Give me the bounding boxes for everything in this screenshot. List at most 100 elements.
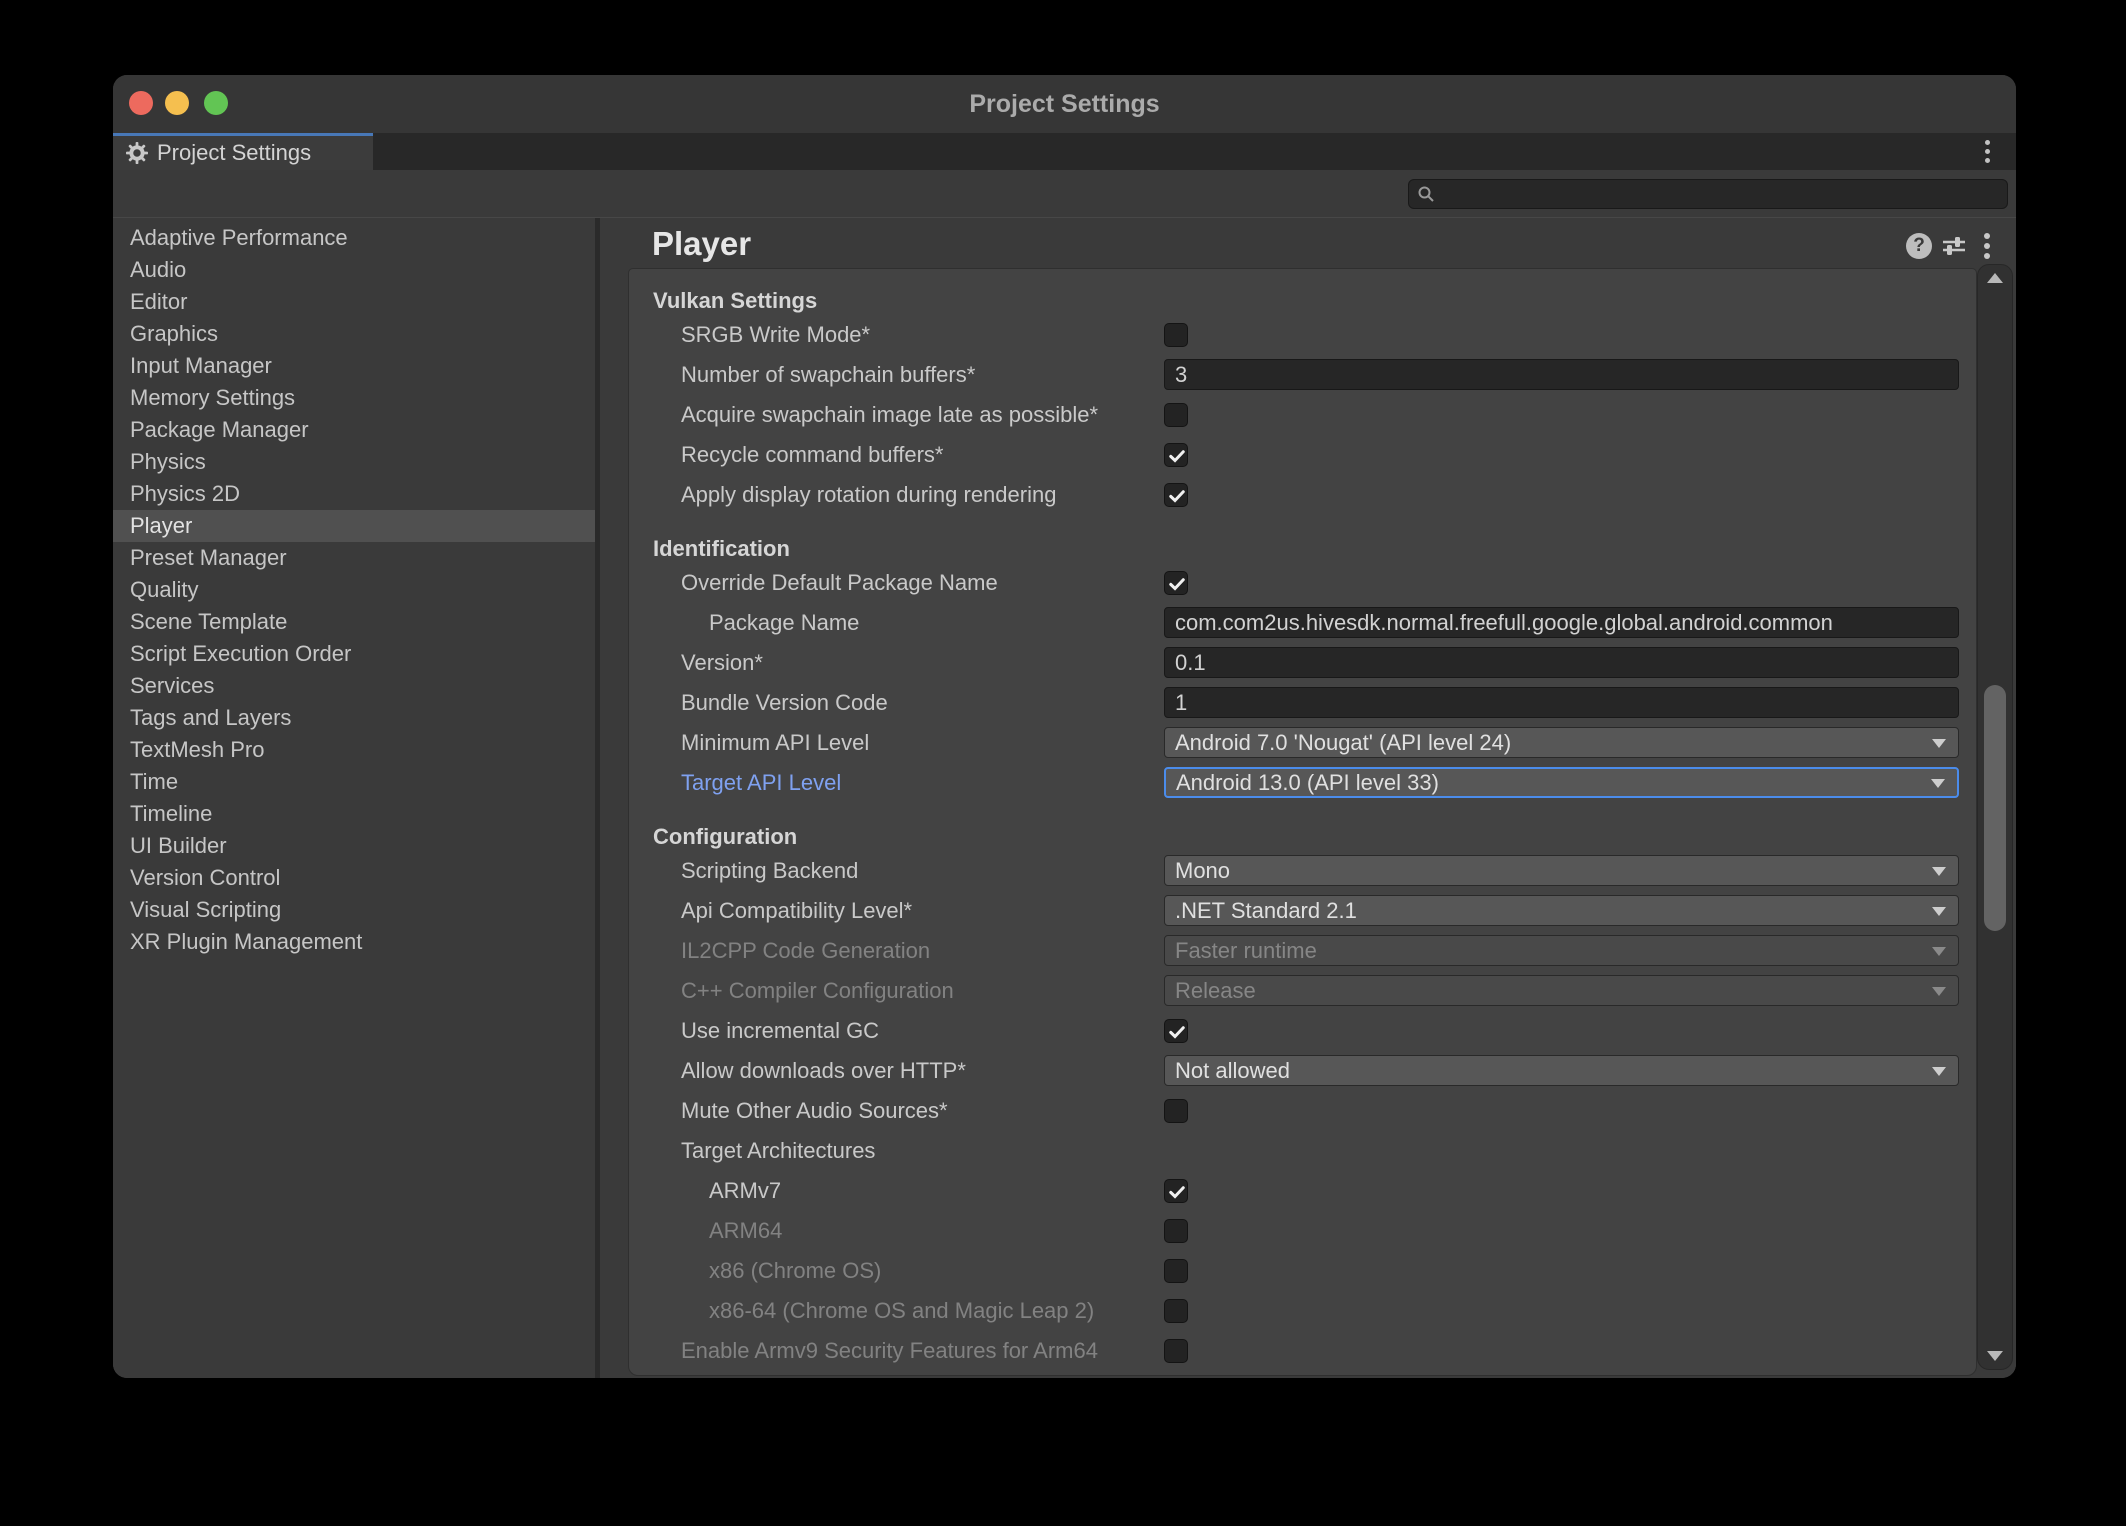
row-label: Apply display rotation during rendering [681, 475, 1056, 515]
sidebar-item-input-manager[interactable]: Input Manager [113, 350, 595, 382]
text-field-bundle-version-code[interactable]: 1 [1164, 687, 1959, 718]
sidebar-item-package-manager[interactable]: Package Manager [113, 414, 595, 446]
dropdown-il2cpp-code-generation: Faster runtime [1164, 935, 1959, 966]
settings-row-target-architectures: Target Architectures [629, 1131, 1976, 1171]
sidebar-item-adaptive-performance[interactable]: Adaptive Performance [113, 222, 595, 254]
tab-strip-more-icon[interactable] [1974, 136, 2000, 166]
row-label: Bundle Version Code [681, 683, 888, 723]
dropdown-value: Faster runtime [1175, 938, 1317, 963]
settings-row-enable-armv9-security-features-for-arm64: Enable Armv9 Security Features for Arm64 [629, 1331, 1976, 1371]
row-label: ARMv7 [709, 1171, 781, 1211]
dropdown-value: Not allowed [1175, 1058, 1290, 1083]
search-icon [1417, 185, 1435, 203]
sidebar-item-memory-settings[interactable]: Memory Settings [113, 382, 595, 414]
checkbox-use-incremental-gc[interactable] [1164, 1019, 1188, 1043]
sidebar-item-editor[interactable]: Editor [113, 286, 595, 318]
settings-row-arm64: ARM64 [629, 1211, 1976, 1251]
more-icon[interactable] [1974, 231, 2000, 261]
sidebar-item-textmesh-pro[interactable]: TextMesh Pro [113, 734, 595, 766]
settings-row-bundle-version-code: Bundle Version Code 1 [629, 683, 1976, 723]
row-label: Number of swapchain buffers* [681, 355, 975, 395]
search-input[interactable] [1441, 183, 1999, 206]
dropdown-minimum-api-level[interactable]: Android 7.0 'Nougat' (API level 24) [1164, 727, 1959, 758]
row-label: ARM64 [709, 1211, 782, 1251]
dropdown-allow-downloads-over-http[interactable]: Not allowed [1164, 1055, 1959, 1086]
sidebar-item-ui-builder[interactable]: UI Builder [113, 830, 595, 862]
sidebar-item-script-execution-order[interactable]: Script Execution Order [113, 638, 595, 670]
scroll-up-icon[interactable] [1987, 273, 2003, 283]
dropdown-c-compiler-configuration: Release [1164, 975, 1959, 1006]
sidebar-item-quality[interactable]: Quality [113, 574, 595, 606]
dropdown-scripting-backend[interactable]: Mono [1164, 855, 1959, 886]
checkbox-override-default-package-name[interactable] [1164, 571, 1188, 595]
search-box[interactable] [1408, 179, 2008, 209]
checkbox-mute-other-audio-sources[interactable] [1164, 1099, 1188, 1123]
title-bar: Project Settings [113, 75, 2016, 133]
checkbox-recycle-command-buffers[interactable] [1164, 443, 1188, 467]
dropdown-api-compatibility-level[interactable]: .NET Standard 2.1 [1164, 895, 1959, 926]
sidebar-item-player[interactable]: Player [113, 510, 595, 542]
dropdown-target-api-level[interactable]: Android 13.0 (API level 33) [1164, 767, 1959, 798]
search-row [113, 170, 2016, 218]
project-settings-window: Project Settings [113, 75, 2016, 1378]
sidebar-item-visual-scripting[interactable]: Visual Scripting [113, 894, 595, 926]
row-label: x86-64 (Chrome OS and Magic Leap 2) [709, 1291, 1094, 1331]
settings-row-version: Version* 0.1 [629, 643, 1976, 683]
checkbox-acquire-swapchain-image-late-as-possible[interactable] [1164, 403, 1188, 427]
sidebar-item-tags-and-layers[interactable]: Tags and Layers [113, 702, 595, 734]
sidebar-item-physics[interactable]: Physics [113, 446, 595, 478]
dropdown-arrow-icon [1931, 779, 1945, 788]
tab-project-settings[interactable]: Project Settings [113, 133, 373, 170]
sidebar-item-version-control[interactable]: Version Control [113, 862, 595, 894]
dropdown-value: Mono [1175, 858, 1230, 883]
text-field-package-name[interactable]: com.com2us.hivesdk.normal.freefull.googl… [1164, 607, 1959, 638]
dropdown-arrow-icon [1932, 987, 1946, 996]
row-label: Api Compatibility Level* [681, 891, 912, 931]
sidebar-item-audio[interactable]: Audio [113, 254, 595, 286]
help-icon[interactable]: ? [1906, 233, 1932, 259]
checkmark-icon [1167, 574, 1187, 594]
sidebar-item-services[interactable]: Services [113, 670, 595, 702]
settings-row-c-compiler-configuration: C++ Compiler Configuration Release [629, 971, 1976, 1011]
dropdown-value: Android 13.0 (API level 33) [1176, 770, 1439, 795]
checkbox-srgb-write-mode[interactable] [1164, 323, 1188, 347]
sidebar-item-scene-template[interactable]: Scene Template [113, 606, 595, 638]
scroll-down-icon[interactable] [1987, 1351, 2003, 1361]
scrollbar-thumb[interactable] [1984, 685, 2006, 931]
checkbox-x86-64-chrome-os-and-magic-leap-2 [1164, 1299, 1188, 1323]
row-label: Scripting Backend [681, 851, 858, 891]
dropdown-arrow-icon [1932, 1067, 1946, 1076]
checkbox-apply-display-rotation-during-rendering[interactable] [1164, 483, 1188, 507]
sidebar-item-timeline[interactable]: Timeline [113, 798, 595, 830]
settings-row-minimum-api-level: Minimum API LevelAndroid 7.0 'Nougat' (A… [629, 723, 1976, 763]
checkbox-armv7[interactable] [1164, 1179, 1188, 1203]
settings-row-mute-other-audio-sources: Mute Other Audio Sources* [629, 1091, 1976, 1131]
checkmark-icon [1167, 1022, 1187, 1042]
settings-row-scripting-backend: Scripting Backend Mono [629, 851, 1976, 891]
text-field-number-of-swapchain-buffers[interactable]: 3 [1164, 359, 1959, 390]
settings-row-il2cpp-code-generation: IL2CPP Code GenerationFaster runtime [629, 931, 1976, 971]
row-label: x86 (Chrome OS) [709, 1251, 881, 1291]
sidebar-item-xr-plugin-management[interactable]: XR Plugin Management [113, 926, 595, 958]
section-header-vulkan-settings: Vulkan Settings [653, 287, 1976, 315]
settings-row-x86-chrome-os: x86 (Chrome OS) [629, 1251, 1976, 1291]
row-label: Target API Level [681, 763, 841, 803]
row-label: Package Name [709, 603, 859, 643]
text-field-version[interactable]: 0.1 [1164, 647, 1959, 678]
sidebar-item-graphics[interactable]: Graphics [113, 318, 595, 350]
row-label: C++ Compiler Configuration [681, 971, 954, 1011]
settings-row-srgb-write-mode: SRGB Write Mode* [629, 315, 1976, 355]
sidebar-item-time[interactable]: Time [113, 766, 595, 798]
dropdown-arrow-icon [1932, 739, 1946, 748]
main-panel: Player ? Vulkan SettingsSRGB Write Mode*… [600, 218, 2016, 1378]
sidebar-item-preset-manager[interactable]: Preset Manager [113, 542, 595, 574]
gear-icon [126, 142, 148, 164]
sidebar-item-physics-2d[interactable]: Physics 2D [113, 478, 595, 510]
row-label: Recycle command buffers* [681, 435, 944, 475]
row-label: Use incremental GC [681, 1011, 879, 1051]
settings-row-armv7: ARMv7 [629, 1171, 1976, 1211]
presets-icon[interactable] [1941, 233, 1967, 259]
settings-panel: Vulkan SettingsSRGB Write Mode*Number of… [628, 268, 1977, 1376]
settings-row-override-default-package-name: Override Default Package Name [629, 563, 1976, 603]
row-label: Version* [681, 643, 763, 683]
